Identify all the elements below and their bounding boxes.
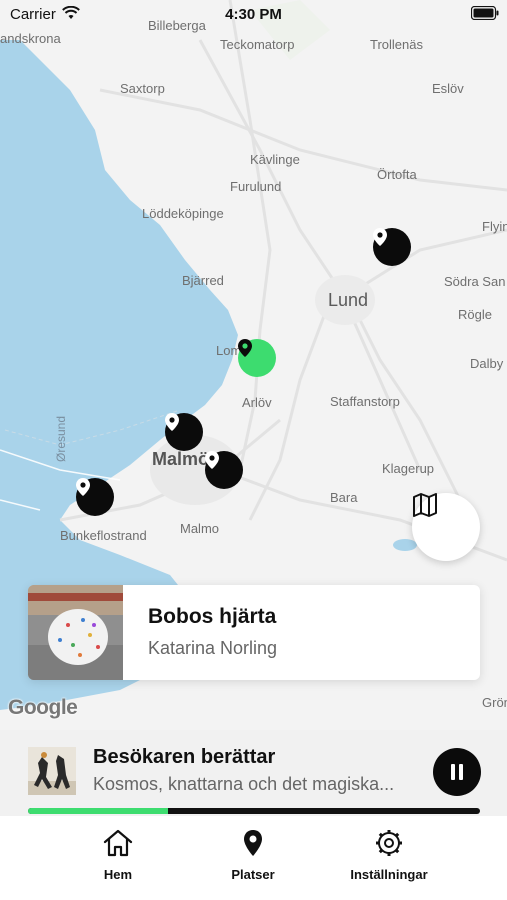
tab-hem[interactable]: Hem xyxy=(63,828,173,882)
map-pin[interactable] xyxy=(205,451,243,489)
map-label-malmo-small: Malmo xyxy=(180,521,220,536)
map-toggle-button[interactable] xyxy=(412,493,480,561)
map-label-furulund: Furulund xyxy=(230,179,282,194)
home-icon xyxy=(103,829,133,857)
map-label-eslov: Eslöv xyxy=(432,81,464,96)
playback-progress-bar[interactable] xyxy=(28,808,480,814)
place-artist: Katarina Norling xyxy=(148,638,278,658)
map-label-ortofta: Örtofta xyxy=(377,167,417,182)
clock: 4:30 PM xyxy=(225,6,282,23)
map-label-loddekopinge: Löddeköpinge xyxy=(142,206,224,221)
map-pin-selected[interactable] xyxy=(238,339,276,377)
place-title: Bobos hjärta xyxy=(148,605,277,628)
map-label-staffanstorp: Staffanstorp xyxy=(330,394,400,409)
map-label-dalby: Dalby xyxy=(470,356,504,371)
tab-label: Inställningar xyxy=(350,867,428,882)
location-pin-icon xyxy=(238,339,252,357)
map-label-bjarred: Bjärred xyxy=(182,273,224,288)
battery-icon xyxy=(471,6,499,20)
location-pin-icon xyxy=(205,451,219,469)
map-view[interactable]: andskrona Billeberga Teckomatorp Trollen… xyxy=(0,0,507,730)
map-label-trollenas: Trollenäs xyxy=(370,37,423,52)
map-label-bara: Bara xyxy=(330,490,358,505)
map-label-landskrona: andskrona xyxy=(0,31,61,46)
map-label-malmo: Malmö xyxy=(152,449,210,469)
location-pin-icon xyxy=(373,228,387,246)
location-pin-icon xyxy=(244,830,262,856)
map-label-bunkeflostrand: Bunkeflostrand xyxy=(60,528,147,543)
map-label-sodra-sandby: Södra San xyxy=(444,274,506,289)
tab-bar: Hem Platser Inställningar xyxy=(0,816,507,900)
tab-label: Platser xyxy=(231,867,275,882)
audio-player[interactable]: Besökaren berättar Kosmos, knattarna och… xyxy=(0,730,507,816)
map-label-lund: Lund xyxy=(328,290,369,310)
pause-button[interactable] xyxy=(433,748,481,796)
map-pin[interactable] xyxy=(76,478,114,516)
map-label-arlov: Arlöv xyxy=(242,395,272,410)
status-bar: Carrier 4:30 PM xyxy=(0,0,507,28)
map-label-gron: Grön xyxy=(482,695,507,710)
map-label-saxtorp: Saxtorp xyxy=(120,81,165,96)
tab-platser[interactable]: Platser xyxy=(198,828,308,882)
tab-installningar[interactable]: Inställningar xyxy=(334,828,444,882)
map-label-flyinge: Flyin xyxy=(482,219,507,234)
playback-progress-fill xyxy=(28,808,169,814)
place-thumbnail xyxy=(28,585,123,680)
map-label-klagerup: Klagerup xyxy=(382,461,435,476)
location-pin-icon xyxy=(165,413,179,431)
track-thumbnail xyxy=(28,747,76,795)
google-logo: Google xyxy=(8,696,78,719)
map-label-rogle: Rögle xyxy=(458,307,492,322)
location-pin-icon xyxy=(76,478,90,496)
map-label-kavlinge: Kävlinge xyxy=(250,152,300,167)
track-subtitle: Kosmos, knattarna och det magiska... xyxy=(93,774,395,794)
gear-icon xyxy=(376,830,402,856)
map-label-teckomatorp: Teckomatorp xyxy=(220,37,295,52)
pause-icon xyxy=(451,764,463,780)
track-title: Besökaren berättar xyxy=(93,746,276,768)
map-icon xyxy=(413,493,437,517)
place-card[interactable]: Bobos hjärta Katarina Norling xyxy=(28,585,480,680)
map-pin[interactable] xyxy=(373,228,411,266)
tab-label: Hem xyxy=(103,867,133,882)
map-label-oresund: Øresund xyxy=(54,415,68,462)
map-pin[interactable] xyxy=(165,413,203,451)
